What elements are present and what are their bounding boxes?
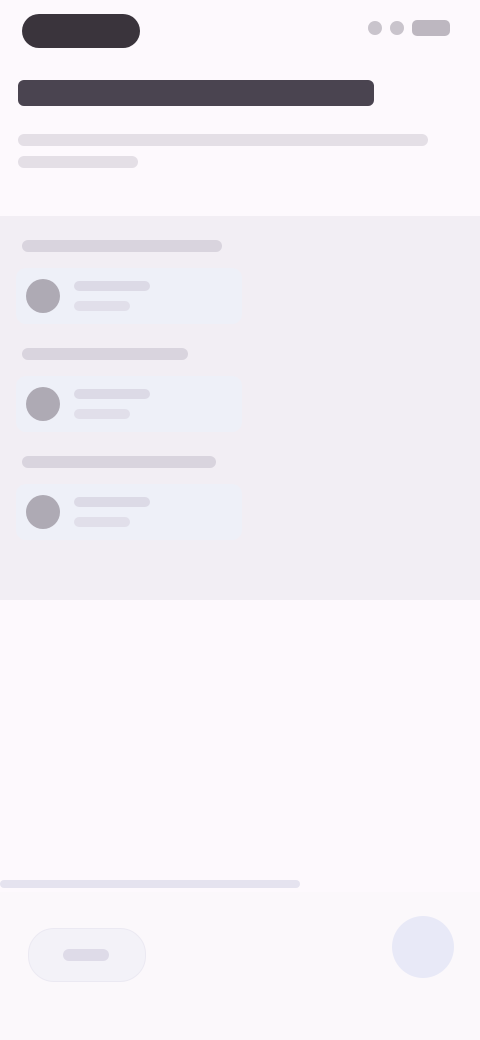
status-icons	[368, 20, 450, 36]
list-item-subtitle	[74, 409, 130, 419]
list-group	[16, 456, 242, 540]
page-subtitle-line-2	[18, 156, 138, 168]
header	[18, 80, 458, 168]
back-button[interactable]	[28, 928, 146, 982]
list-item-subtitle	[74, 517, 130, 527]
list-item[interactable]	[16, 376, 242, 432]
battery-icon	[412, 20, 450, 36]
bottom-bar	[0, 892, 480, 1040]
page-subtitle	[18, 134, 428, 146]
group-header	[22, 456, 216, 468]
list-item-title	[74, 497, 150, 507]
avatar	[26, 495, 60, 529]
list-item[interactable]	[16, 484, 242, 540]
status-time	[22, 14, 140, 48]
list-group	[16, 348, 242, 432]
group-header	[22, 348, 188, 360]
list-item-title	[74, 281, 150, 291]
avatar	[26, 387, 60, 421]
avatar	[26, 279, 60, 313]
status-bar	[0, 0, 480, 64]
progress-track	[0, 880, 300, 888]
signal-icon	[368, 21, 382, 35]
back-button-label	[63, 949, 109, 961]
list-item[interactable]	[16, 268, 242, 324]
list-item-title	[74, 389, 150, 399]
list	[16, 232, 242, 564]
list-group	[16, 240, 242, 324]
wifi-icon	[390, 21, 404, 35]
arrow-forward-icon[interactable]	[392, 916, 454, 978]
list-panel	[0, 216, 480, 600]
screen	[0, 0, 480, 1040]
list-item-subtitle	[74, 301, 130, 311]
group-header	[22, 240, 222, 252]
page-title	[18, 80, 374, 106]
